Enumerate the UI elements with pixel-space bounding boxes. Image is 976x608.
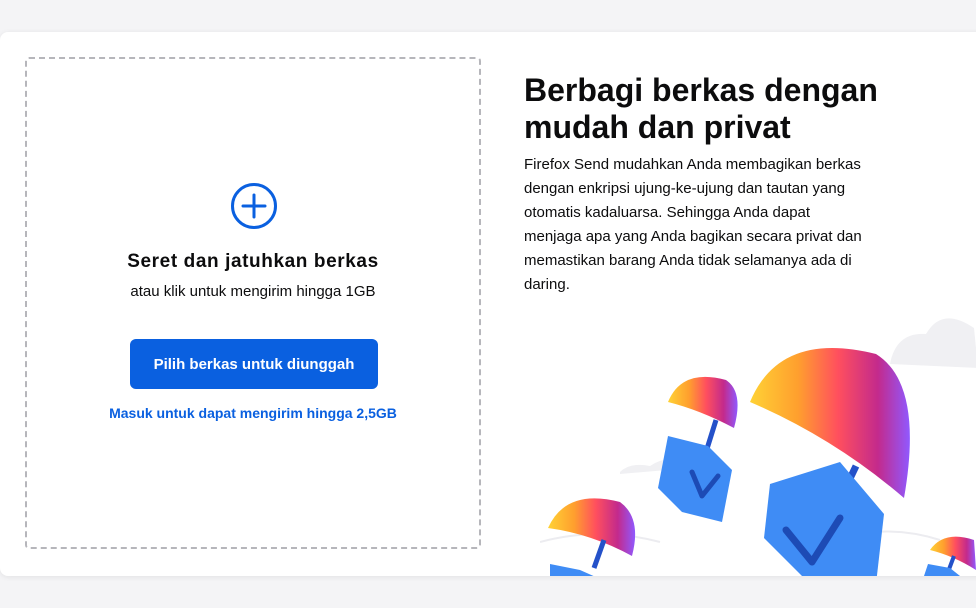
file-drop-zone[interactable]: Seret dan jatuhkan berkas atau klik untu… [25, 57, 481, 549]
sign-in-link[interactable]: Masuk untuk dapat mengirim hingga 2,5GB [27, 405, 479, 421]
page: Seret dan jatuhkan berkas atau klik untu… [0, 0, 976, 608]
main-card: Seret dan jatuhkan berkas atau klik untu… [0, 32, 976, 576]
choose-file-button[interactable]: Pilih berkas untuk diunggah [130, 339, 378, 389]
drop-subtitle: atau klik untuk mengirim hingga 1GB [130, 283, 376, 300]
plus-circle-icon [231, 183, 277, 229]
drop-title: Seret dan jatuhkan berkas [127, 251, 379, 272]
parachute-small-right [924, 536, 976, 576]
parachute-small-top [658, 376, 738, 522]
parachute-large [750, 348, 910, 576]
parachute-files-illustration [540, 318, 976, 576]
intro-description: Firefox Send mudahkan Anda membagikan be… [524, 156, 862, 293]
page-heading: Berbagi berkas dengan mudah dan privat [524, 72, 878, 145]
